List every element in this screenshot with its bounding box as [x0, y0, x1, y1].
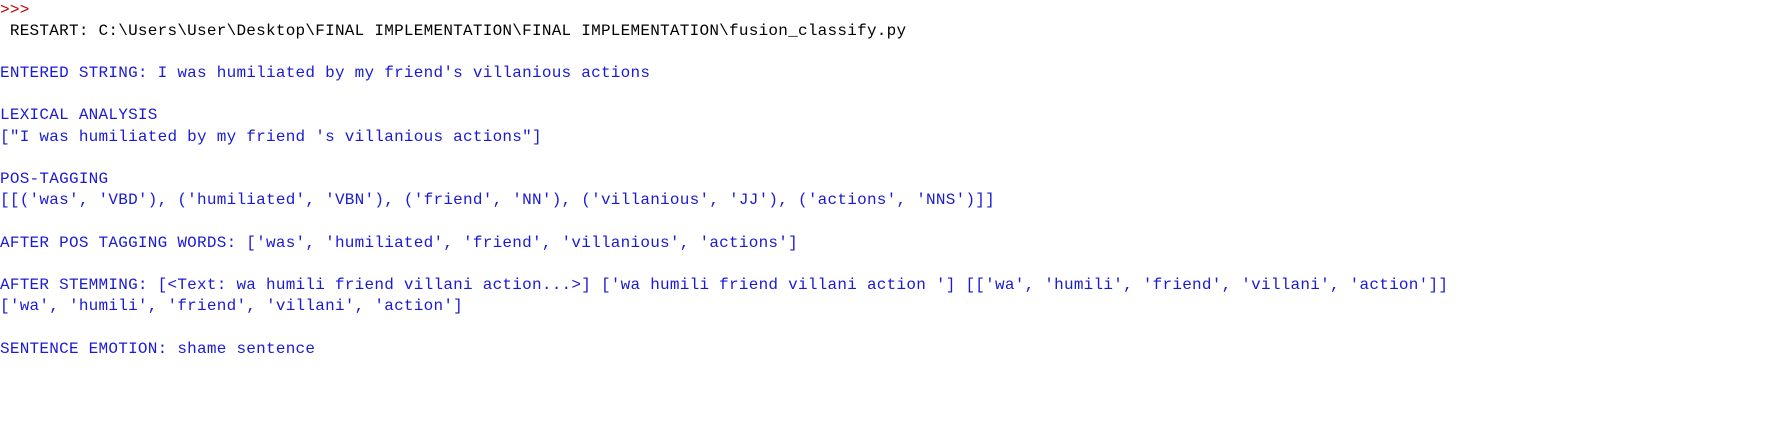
- after-stemming-line: AFTER STEMMING: [<Text: wa humili friend…: [0, 276, 1449, 294]
- pos-tagging-heading: POS-TAGGING: [0, 170, 109, 188]
- after-pos-tagging-line: AFTER POS TAGGING WORDS: ['was', 'humili…: [0, 234, 798, 252]
- lexical-analysis-result: ["I was humiliated by my friend 's villa…: [0, 128, 542, 146]
- stemmed-words-line: ['wa', 'humili', 'friend', 'villani', 'a…: [0, 297, 464, 315]
- pos-tagging-result: [[('was', 'VBD'), ('humiliated', 'VBN'),…: [0, 191, 996, 209]
- lexical-analysis-heading: LEXICAL ANALYSIS: [0, 106, 158, 124]
- restart-line: RESTART: C:\Users\User\Desktop\FINAL IMP…: [0, 22, 907, 40]
- entered-string-line: ENTERED STRING: I was humiliated by my f…: [0, 64, 651, 82]
- sentence-emotion-line: SENTENCE EMOTION: shame sentence: [0, 340, 316, 358]
- shell-prompt: >>>: [0, 1, 30, 19]
- python-shell-output[interactable]: >>> RESTART: C:\Users\User\Desktop\FINAL…: [0, 0, 1772, 430]
